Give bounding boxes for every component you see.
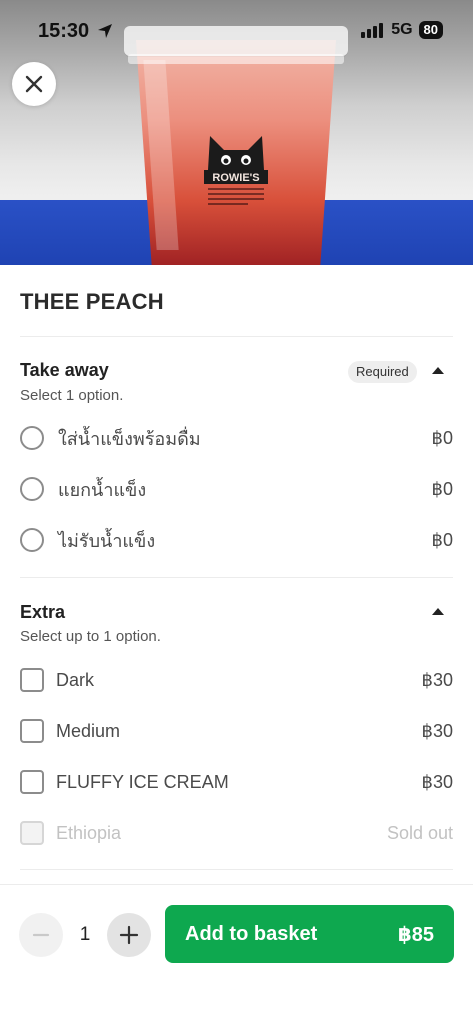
- logo-text: ROWIE'S: [212, 172, 259, 184]
- section-title-extra: Extra: [20, 602, 66, 622]
- option-label: Medium: [56, 720, 121, 741]
- option-row[interactable]: Medium ฿30: [20, 716, 453, 746]
- option-label: แยกน้ำแข็ง: [58, 479, 147, 500]
- network-type: 5G: [391, 21, 413, 38]
- option-row[interactable]: แยกน้ำแข็ง ฿0: [20, 474, 453, 504]
- sold-out-label: Sold out: [386, 822, 453, 843]
- status-time: 15:30: [38, 20, 90, 42]
- option-price: ฿30: [421, 720, 453, 741]
- collapse-caret-icon[interactable]: [432, 367, 444, 374]
- cup-lid: [124, 26, 348, 56]
- basket-total: ฿85: [397, 923, 434, 946]
- option-price: ฿0: [431, 529, 453, 550]
- option-row[interactable]: ใส่น้ำแข็งพร้อมดื่ม ฿0: [20, 423, 453, 453]
- option-label: ไม่รับน้ำแข็ง: [58, 530, 156, 551]
- option-label: Dark: [56, 669, 95, 690]
- cup-lid-rim: [128, 54, 344, 64]
- close-button[interactable]: [12, 62, 56, 106]
- add-to-basket-button[interactable]: Add to basket ฿85: [165, 905, 454, 963]
- option-row[interactable]: FLUFFY ICE CREAM ฿30: [20, 767, 453, 797]
- option-price: ฿30: [421, 669, 453, 690]
- checkbox[interactable]: [20, 719, 44, 743]
- option-price: ฿0: [431, 478, 453, 499]
- add-to-basket-label: Add to basket: [185, 922, 318, 945]
- signal-icon: [361, 23, 384, 38]
- close-icon: [25, 75, 43, 93]
- option-row[interactable]: Dark ฿30: [20, 665, 453, 695]
- status-indicators: 5G 80: [361, 21, 443, 39]
- divider: [20, 869, 453, 870]
- option-price: ฿30: [421, 771, 453, 792]
- option-label: FLUFFY ICE CREAM: [56, 771, 229, 792]
- minus-icon: [32, 933, 50, 937]
- section-title-take-away: Take away: [20, 360, 109, 380]
- footer-divider: [0, 884, 473, 885]
- option-row[interactable]: ไม่รับน้ำแข็ง ฿0: [20, 525, 453, 555]
- divider: [20, 336, 453, 337]
- radio-button[interactable]: [20, 528, 44, 552]
- section-subtitle-extra: Select up to 1 option.: [20, 628, 161, 645]
- checkbox[interactable]: [20, 770, 44, 794]
- radio-button[interactable]: [20, 477, 44, 501]
- section-subtitle-take-away: Select 1 option.: [20, 387, 124, 404]
- required-badge: Required: [348, 361, 417, 383]
- plus-icon: [119, 925, 139, 945]
- divider: [20, 577, 453, 578]
- rowies-logo: ROWIE'S: [204, 136, 268, 205]
- radio-button[interactable]: [20, 426, 44, 450]
- quantity-value: 1: [79, 924, 91, 945]
- option-label: ใส่น้ำแข็งพร้อมดื่ม: [58, 428, 201, 449]
- checkbox-disabled: [20, 821, 44, 845]
- battery-level: 80: [418, 21, 443, 39]
- option-row-disabled: Ethiopia Sold out: [20, 818, 453, 848]
- product-title: THEE PEACH: [20, 289, 164, 314]
- product-hero-image: ROWIE'S 15:30 5G 80: [0, 0, 473, 265]
- checkbox[interactable]: [20, 668, 44, 692]
- collapse-caret-icon[interactable]: [432, 608, 444, 615]
- option-label: Ethiopia: [56, 822, 122, 843]
- decrease-quantity-button[interactable]: [19, 913, 63, 957]
- option-price: ฿0: [431, 427, 453, 448]
- location-arrow-icon: [98, 24, 112, 38]
- increase-quantity-button[interactable]: [107, 913, 151, 957]
